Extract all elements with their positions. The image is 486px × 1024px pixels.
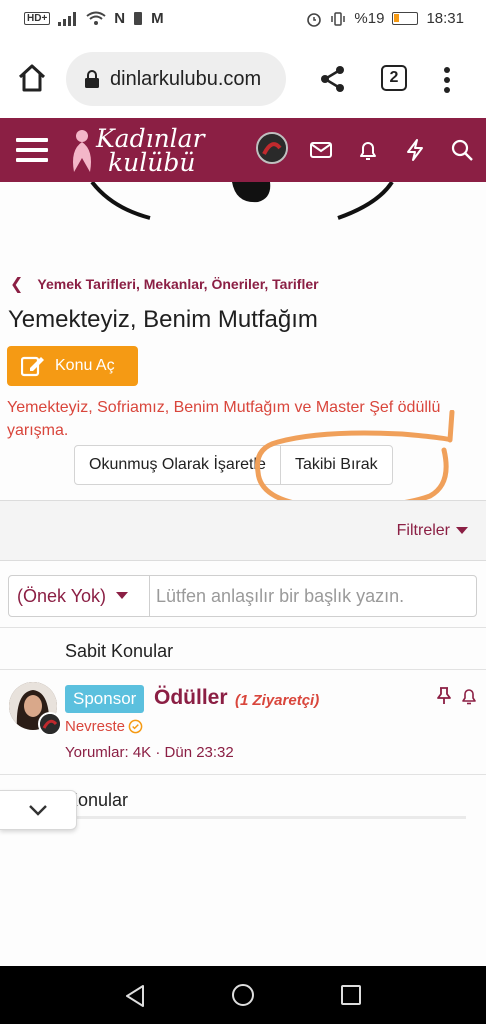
- prefix-value: (Önek Yok): [17, 585, 107, 606]
- nfc-icon: N: [114, 10, 126, 27]
- home-icon[interactable]: [16, 62, 48, 94]
- forum-actions: Okunmuş Olarak İşaretle Takibi Bırak: [74, 445, 393, 485]
- thread-meta: Yorumlar: 4K · Dün 23:32: [65, 744, 234, 761]
- logo-figure-icon: [73, 130, 91, 172]
- recents-icon[interactable]: [340, 984, 362, 1006]
- address-bar[interactable]: dinlarkulubu.com: [66, 52, 286, 106]
- search-icon[interactable]: [450, 138, 474, 162]
- compose-icon: [21, 356, 44, 377]
- filters-dropdown[interactable]: Filtreler: [397, 522, 468, 540]
- android-nav-bar: [0, 966, 486, 1024]
- lightning-icon[interactable]: [403, 138, 427, 162]
- collapse-button[interactable]: [0, 790, 77, 830]
- url-text: dinlarkulubu.com: [110, 67, 262, 90]
- clock: 18:31: [426, 10, 464, 27]
- new-topic-label: Konu Aç: [55, 357, 115, 374]
- chevron-left-icon: ❮: [10, 276, 24, 293]
- site-header: Kadınlar kulübü: [0, 118, 486, 182]
- unfollow-button[interactable]: Takibi Bırak: [279, 446, 392, 484]
- tab-switcher-button[interactable]: 2: [381, 65, 407, 91]
- battery-percent: %19: [354, 10, 385, 27]
- avatar[interactable]: [256, 132, 288, 164]
- breadcrumb-link[interactable]: Yemek Tarifleri, Mekanlar, Öneriler, Tar…: [37, 276, 318, 292]
- home-circle-icon[interactable]: [231, 983, 255, 1007]
- breadcrumb[interactable]: ❮ Yemek Tarifleri, Mekanlar, Öneriler, T…: [10, 274, 319, 294]
- last-poster-avatar[interactable]: [38, 712, 62, 736]
- pin-icon: [437, 687, 451, 704]
- page-title: Yemekteyiz, Benim Mutfağım: [8, 306, 318, 333]
- watched-bell-icon: [462, 689, 476, 705]
- status-bar: HD+ N M %19 18:31: [0, 0, 486, 40]
- filters-label: Filtreler: [396, 522, 450, 539]
- site-logo[interactable]: Kadınlar kulübü: [68, 124, 208, 177]
- mail-icon[interactable]: [309, 138, 333, 162]
- verified-icon: [128, 719, 143, 734]
- thread-author[interactable]: Nevreste: [65, 718, 143, 735]
- vibrate-icon: [331, 11, 346, 26]
- mark-read-button[interactable]: Okunmuş Olarak İşaretle: [75, 446, 280, 484]
- sticky-threads-heading: Sabit Konular: [65, 641, 174, 661]
- wifi-icon: [86, 11, 106, 25]
- hamburger-icon[interactable]: [16, 135, 48, 165]
- banner-image: [90, 182, 394, 220]
- overflow-menu-icon[interactable]: [440, 66, 454, 94]
- gmail-icon: M: [151, 10, 164, 27]
- thread-title-input[interactable]: [150, 576, 476, 616]
- browser-toolbar: dinlarkulubu.com 2: [0, 40, 486, 118]
- battery-icon: [392, 12, 419, 25]
- hd-indicator: HD+: [24, 12, 51, 25]
- lock-icon: [85, 70, 99, 88]
- new-topic-button[interactable]: Konu Aç: [7, 346, 138, 386]
- quick-thread-form: (Önek Yok): [8, 575, 477, 617]
- last-activity[interactable]: Dün 23:32: [165, 744, 234, 761]
- thread-row[interactable]: Sponsor Ödüller (1 Ziyaretçi) Nevreste Y…: [0, 670, 486, 774]
- caret-down-icon: [116, 592, 129, 599]
- chevron-down-icon: [29, 805, 47, 816]
- alarm-icon: [307, 12, 322, 27]
- sponsor-badge[interactable]: Sponsor: [65, 685, 145, 713]
- thread-visitors: (1 Ziyaretçi): [235, 692, 320, 709]
- thread-title[interactable]: Ödüller: [154, 686, 228, 710]
- forum-description: Yemekteyiz, Sofriamız, Benim Mutfağım ve…: [7, 399, 441, 439]
- caret-down-icon: [456, 527, 468, 534]
- back-icon[interactable]: [124, 984, 146, 1008]
- reply-count: 4K: [132, 744, 152, 761]
- share-icon[interactable]: [318, 64, 348, 94]
- bell-icon[interactable]: [356, 138, 380, 162]
- prefix-select[interactable]: (Önek Yok): [9, 576, 150, 616]
- notification-icon: [134, 12, 143, 25]
- signal-icon: [58, 11, 77, 26]
